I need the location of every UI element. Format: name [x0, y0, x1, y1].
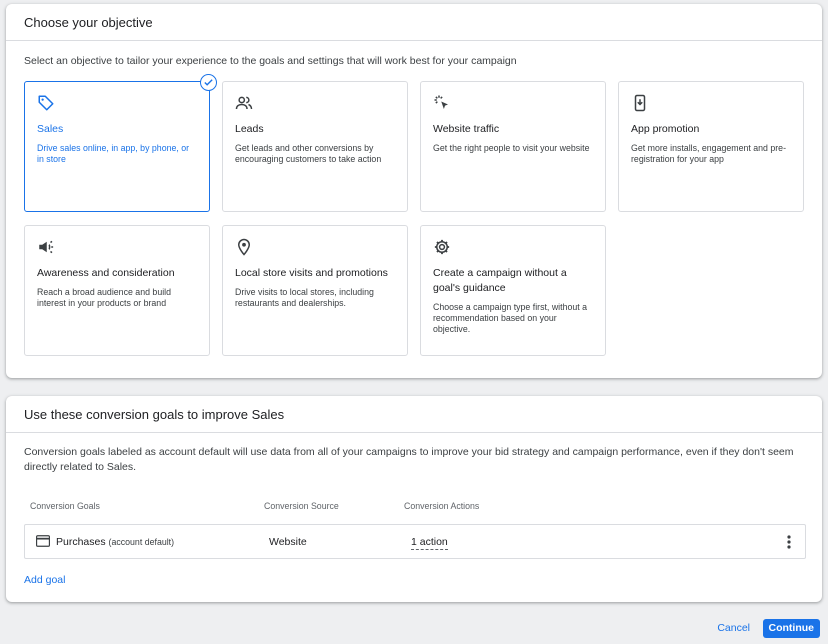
selected-check-icon — [200, 74, 217, 91]
objective-subtitle: Select an objective to tailor your exper… — [24, 55, 517, 67]
cancel-button[interactable]: Cancel — [717, 622, 750, 634]
tile-description: Drive visits to local stores, including … — [235, 287, 374, 308]
location-pin-icon — [237, 238, 251, 256]
gear-icon — [434, 239, 450, 255]
goal-actions-link[interactable]: 1 action — [411, 536, 448, 550]
column-header-source: Conversion Source — [264, 501, 339, 511]
goal-label: Purchases — [56, 536, 106, 548]
tile-title: Local store visits and promotions — [235, 267, 388, 279]
more-vert-icon[interactable] — [787, 535, 791, 549]
tile-description: Drive sales online, in app, by phone, or… — [37, 143, 190, 164]
objective-tile-leads[interactable]: Leads Get leads and other conversions by… — [222, 81, 408, 212]
continue-button[interactable]: Continue — [762, 619, 820, 638]
objective-tile-no-goal[interactable]: Create a campaign without a goal's guida… — [420, 225, 606, 356]
column-header-actions: Conversion Actions — [404, 501, 480, 511]
tag-icon — [38, 95, 54, 111]
objective-tile-sales[interactable]: Sales Drive sales online, in app, by pho… — [24, 74, 217, 212]
tile-description: Choose a campaign type first, without a … — [433, 302, 588, 334]
objective-card: Choose your objective Select an objectiv… — [6, 4, 822, 378]
cursor-click-icon — [434, 95, 448, 109]
tile-description: Get the right people to visit your websi… — [433, 143, 590, 153]
people-icon — [235, 96, 253, 110]
phone-download-icon — [634, 94, 646, 112]
tile-title: Website traffic — [433, 123, 500, 135]
table-row: Purchases (account default) Website 1 ac… — [24, 524, 806, 559]
objective-tile-app-promotion[interactable]: App promotion Get more installs, engagem… — [618, 81, 804, 212]
tile-title: Leads — [235, 123, 264, 135]
tile-title: Create a campaign without a goal's guida… — [433, 267, 567, 294]
conversion-goals-card: Use these conversion goals to improve Sa… — [6, 396, 822, 602]
objective-tile-local-store[interactable]: Local store visits and promotions Drive … — [222, 225, 408, 356]
tile-title: App promotion — [631, 123, 700, 135]
goal-note: (account default) — [108, 537, 175, 547]
conversion-goals-description: Conversion goals labeled as account defa… — [24, 446, 794, 473]
goal-name: Purchases (account default) — [56, 536, 174, 548]
megaphone-icon — [39, 240, 54, 254]
tile-description: Reach a broad audience and build interes… — [37, 287, 172, 308]
goal-source: Website — [269, 536, 307, 548]
conversion-goals-title: Use these conversion goals to improve Sa… — [6, 396, 822, 433]
tile-title: Sales — [37, 123, 64, 135]
tile-title: Awareness and consideration — [37, 267, 175, 279]
objective-title: Choose your objective — [6, 4, 822, 41]
credit-card-icon — [36, 535, 50, 547]
add-goal-link[interactable]: Add goal — [24, 574, 65, 586]
tile-description: Get more installs, engagement and pre-re… — [631, 143, 787, 164]
actions-count[interactable]: 1 action — [411, 536, 448, 550]
objective-tile-awareness[interactable]: Awareness and consideration Reach a broa… — [24, 225, 210, 356]
column-header-goals: Conversion Goals — [30, 501, 100, 511]
tile-description: Get leads and other conversions by encou… — [235, 143, 382, 164]
objective-tile-website-traffic[interactable]: Website traffic Get the right people to … — [420, 81, 606, 212]
